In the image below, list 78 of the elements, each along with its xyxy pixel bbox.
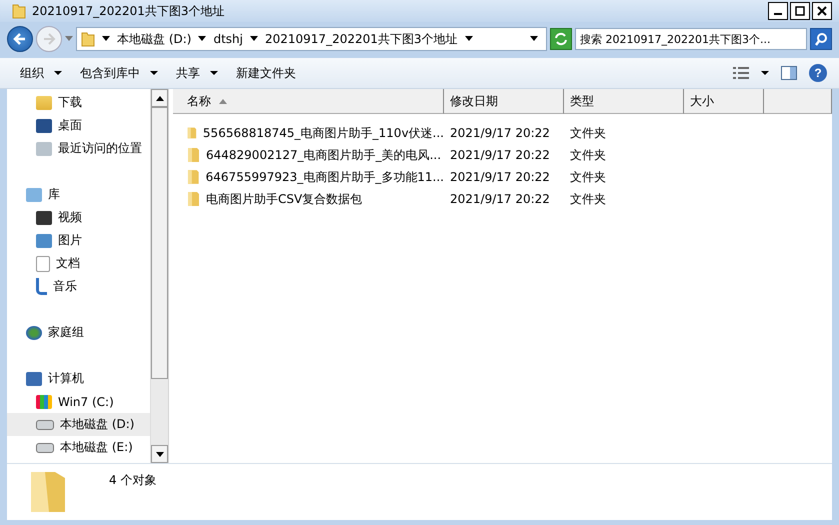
caret-icon [102, 36, 110, 42]
sidebar-item[interactable]: 音乐 [7, 275, 150, 298]
sidebar-item[interactable]: Win7 (C:) [7, 390, 150, 413]
close-button[interactable] [812, 2, 832, 20]
scroll-down-icon [156, 452, 164, 456]
preview-pane-icon[interactable] [781, 66, 797, 80]
column-header [764, 89, 832, 114]
sidebar-item[interactable]: 图片 [7, 229, 150, 252]
modified-date: 2021/9/17 20:22 [449, 148, 551, 162]
sidebar-item[interactable]: 计算机 [7, 367, 150, 390]
toolbar-button[interactable]: 组织 [12, 60, 70, 86]
sidebar-item[interactable]: 桌面 [7, 114, 150, 137]
sort-ascending-icon [219, 98, 227, 104]
maximize-icon [795, 6, 805, 16]
folder-icon [81, 31, 95, 47]
minimize-button[interactable] [768, 2, 788, 20]
file-name[interactable]: 644829002127_电商图片助手_美的电风... [173, 146, 444, 164]
sidebar-item[interactable]: 本地磁盘 (D:) [7, 413, 150, 436]
folder-icon [187, 169, 200, 185]
close-icon [817, 6, 827, 16]
file-type: 文件夹 [569, 168, 607, 186]
caret-icon [198, 36, 206, 42]
breadcrumb-item[interactable]: dtshj [213, 32, 243, 46]
caret-icon [54, 70, 62, 76]
toolbar-button[interactable]: 包含到库中 [72, 60, 166, 86]
item-count: 4 个对象 [109, 472, 156, 489]
sidebar-item[interactable]: 下载 [7, 91, 150, 114]
column-header[interactable]: 名称 [173, 89, 444, 114]
file-type: 文件夹 [569, 124, 607, 142]
caret-icon [210, 70, 218, 76]
column-header[interactable]: 修改日期 [444, 89, 564, 114]
dropdown-caret-icon[interactable] [530, 36, 538, 42]
caret-icon [250, 36, 258, 42]
back-arrow-icon [13, 32, 27, 46]
file-name[interactable]: 电商图片助手CSV复合数据包 [173, 190, 444, 208]
refresh-icon [554, 32, 568, 46]
folder-icon [12, 3, 26, 19]
scroll-up-icon [156, 96, 164, 100]
breadcrumb-item[interactable]: 本地磁盘 (D:) [117, 30, 192, 48]
scrollbar-thumb[interactable] [151, 107, 168, 379]
modified-date: 2021/9/17 20:22 [449, 126, 551, 140]
caret-icon [65, 36, 73, 42]
folder-icon [187, 147, 200, 163]
file-type: 文件夹 [569, 146, 607, 164]
forward-arrow-icon [42, 32, 56, 46]
sidebar-item[interactable]: 库 [7, 183, 150, 206]
search-icon [814, 32, 828, 46]
file-name[interactable]: 556568818745_电商图片助手_110v伏迷... [173, 124, 444, 142]
scrollbar[interactable] [150, 89, 168, 463]
refresh-button[interactable] [550, 28, 572, 50]
file-name[interactable]: 646755997923_电商图片助手_多功能11... [173, 168, 444, 186]
column-header[interactable]: 大小 [684, 89, 764, 114]
search-field[interactable]: 搜索 20210917_202201共下图3个... [575, 28, 807, 50]
folder-icon [187, 191, 200, 207]
toolbar-button[interactable]: 新建文件夹 [228, 60, 304, 86]
column-header[interactable]: 类型 [564, 89, 684, 114]
window-title: 20210917_202201共下图3个地址 [32, 2, 225, 20]
sidebar-item[interactable]: 文档 [7, 252, 150, 275]
caret-icon[interactable] [761, 70, 769, 76]
caret-icon [464, 36, 473, 42]
view-list-icon[interactable] [733, 67, 749, 79]
breadcrumb-item[interactable]: 20210917_202201共下图3个地址 [264, 30, 458, 48]
modified-date: 2021/9/17 20:22 [449, 170, 551, 184]
sidebar-item[interactable]: 视频 [7, 206, 150, 229]
back-button[interactable] [7, 26, 33, 52]
file-type: 文件夹 [569, 190, 607, 208]
sidebar-item[interactable]: 家庭组 [7, 321, 150, 344]
toolbar-button[interactable]: 共享 [168, 60, 226, 86]
sidebar-item[interactable]: 最近访问的位置 [7, 137, 150, 160]
modified-date: 2021/9/17 20:22 [449, 192, 551, 206]
caret-icon [150, 70, 158, 76]
maximize-button[interactable] [790, 2, 810, 20]
search-button[interactable] [810, 28, 832, 50]
address-bar[interactable]: 本地磁盘 (D:) dtshj 20210917_202201共下图3个地址 [76, 27, 547, 51]
folder-icon [187, 125, 197, 141]
minimize-icon [774, 13, 782, 15]
sidebar-item[interactable]: 本地磁盘 (E:) [7, 436, 150, 459]
help-button[interactable]: ? [809, 64, 827, 82]
